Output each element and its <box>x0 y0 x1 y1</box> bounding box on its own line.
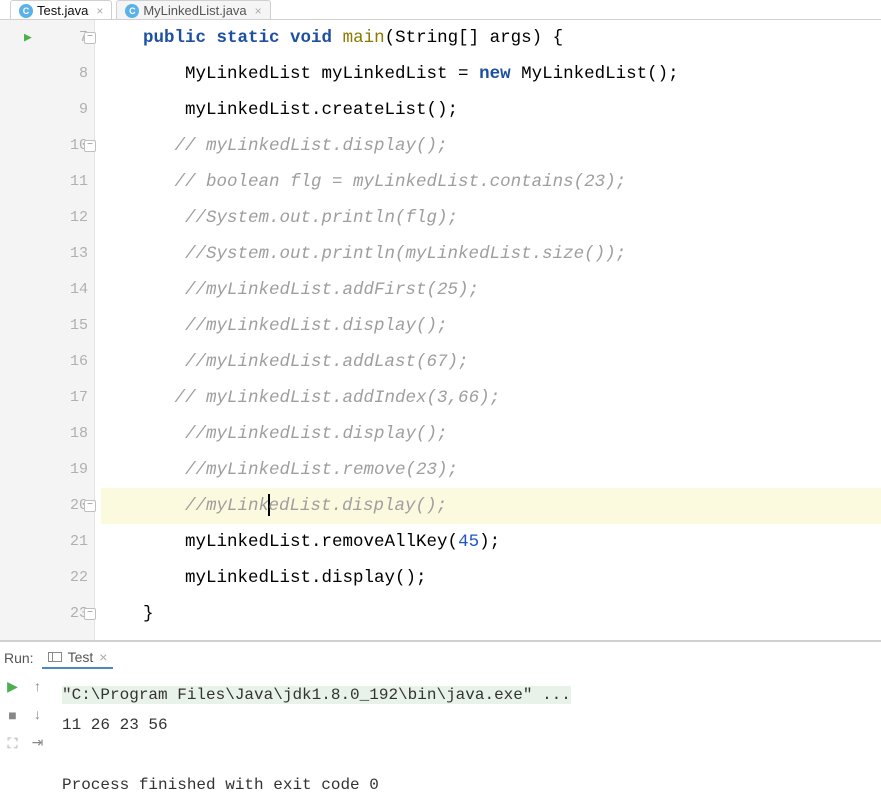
gutter-line: 19 <box>0 452 94 488</box>
line-number: 21 <box>62 524 88 560</box>
code-line[interactable]: //myLinkedList.display(); <box>101 308 881 344</box>
run-header: Run: Test × <box>0 642 881 674</box>
code-line[interactable]: //myLinkedList.display(); <box>101 416 881 452</box>
console-stdout-line: 11 26 23 56 <box>62 710 869 740</box>
close-icon[interactable]: × <box>255 4 262 18</box>
code-line[interactable]: // boolean flg = myLinkedList.contains(2… <box>101 164 881 200</box>
code-editor[interactable]: 7▶−8910−11121314151617181920−212223− pub… <box>0 20 881 640</box>
gutter-line: 15 <box>0 308 94 344</box>
gutter-line: 12 <box>0 200 94 236</box>
run-tab-test[interactable]: Test × <box>42 647 114 669</box>
stop-button[interactable]: ■ <box>8 707 16 723</box>
gutter-line: 20− <box>0 488 94 524</box>
line-number: 15 <box>62 308 88 344</box>
gutter-line: 22 <box>0 560 94 596</box>
editor-tabs: C Test.java × C MyLinkedList.java × <box>0 0 881 20</box>
line-number: 17 <box>62 380 88 416</box>
tab-label: Test.java <box>37 3 88 18</box>
code-line[interactable]: // myLinkedList.addIndex(3,66); <box>101 380 881 416</box>
editor-gutter: 7▶−8910−11121314151617181920−212223− <box>0 20 95 640</box>
code-line[interactable]: public static void main(String[] args) { <box>101 20 881 56</box>
run-gutter-icon[interactable]: ▶ <box>24 20 32 56</box>
gutter-line: 11 <box>0 164 94 200</box>
line-number: 22 <box>62 560 88 596</box>
console-exit-line: Process finished with exit code 0 <box>62 770 869 800</box>
console-blank-line <box>62 740 869 770</box>
line-number: 8 <box>62 56 88 92</box>
fold-toggle-icon[interactable]: − <box>84 32 96 44</box>
code-line[interactable]: //myLinkedList.addFirst(25); <box>101 272 881 308</box>
tab-test-java[interactable]: C Test.java × <box>10 0 112 20</box>
line-number: 19 <box>62 452 88 488</box>
gutter-line: 21 <box>0 524 94 560</box>
rerun-button[interactable]: ▶ <box>7 678 18 695</box>
code-line[interactable]: myLinkedList.createList(); <box>101 92 881 128</box>
layout-icon <box>48 652 62 662</box>
gutter-line: 9 <box>0 92 94 128</box>
gutter-line: 13 <box>0 236 94 272</box>
run-toolbar-primary: ▶ ■ ⛶ <box>0 674 25 806</box>
line-number: 12 <box>62 200 88 236</box>
code-line[interactable]: //myLinkedList.remove(23); <box>101 452 881 488</box>
line-number: 16 <box>62 344 88 380</box>
gutter-line: 10− <box>0 128 94 164</box>
code-line[interactable]: myLinkedList.display(); <box>101 560 881 596</box>
run-tab-label: Test <box>68 649 94 665</box>
code-line[interactable]: //System.out.println(myLinkedList.size()… <box>101 236 881 272</box>
gutter-line: 14 <box>0 272 94 308</box>
tab-label: MyLinkedList.java <box>143 3 246 18</box>
editor-code-area[interactable]: public static void main(String[] args) {… <box>95 20 881 640</box>
gutter-line: 17 <box>0 380 94 416</box>
run-toolbar-secondary: ↑ ↓ ⇥ <box>25 674 50 806</box>
run-tool-window: Run: Test × ▶ ■ ⛶ ↑ ↓ ⇥ "C:\Program File… <box>0 640 881 806</box>
code-line[interactable]: MyLinkedList myLinkedList = new MyLinked… <box>101 56 881 92</box>
gutter-line: 16 <box>0 344 94 380</box>
close-icon[interactable]: × <box>99 649 107 665</box>
line-number: 9 <box>62 92 88 128</box>
gutter-line: 18 <box>0 416 94 452</box>
java-file-icon: C <box>19 4 33 18</box>
line-number: 13 <box>62 236 88 272</box>
fold-toggle-icon[interactable]: − <box>84 608 96 620</box>
line-number: 11 <box>62 164 88 200</box>
code-line[interactable]: } <box>101 596 881 632</box>
console-command-line: "C:\Program Files\Java\jdk1.8.0_192\bin\… <box>62 680 869 710</box>
java-file-icon: C <box>125 4 139 18</box>
code-line[interactable]: // myLinkedList.display(); <box>101 128 881 164</box>
soft-wrap-button[interactable]: ⇥ <box>32 734 44 751</box>
gutter-line: 8 <box>0 56 94 92</box>
line-number: 14 <box>62 272 88 308</box>
line-number: 18 <box>62 416 88 452</box>
run-label: Run: <box>4 650 34 666</box>
scroll-up-button[interactable]: ↑ <box>34 678 41 694</box>
code-line[interactable]: //myLinkedList.addLast(67); <box>101 344 881 380</box>
fold-toggle-icon[interactable]: − <box>84 500 96 512</box>
code-line[interactable]: //myLinkedList.display(); <box>101 488 881 524</box>
scroll-down-button[interactable]: ↓ <box>34 706 41 722</box>
gutter-line: 23− <box>0 596 94 632</box>
dump-threads-button[interactable]: ⛶ <box>8 735 18 752</box>
gutter-line: 7▶− <box>0 20 94 56</box>
close-icon[interactable]: × <box>96 4 103 18</box>
code-line[interactable]: //System.out.println(flg); <box>101 200 881 236</box>
fold-toggle-icon[interactable]: − <box>84 140 96 152</box>
tab-mylinkedlist-java[interactable]: C MyLinkedList.java × <box>116 0 270 20</box>
console-output[interactable]: "C:\Program Files\Java\jdk1.8.0_192\bin\… <box>50 674 881 806</box>
code-line[interactable]: myLinkedList.removeAllKey(45); <box>101 524 881 560</box>
